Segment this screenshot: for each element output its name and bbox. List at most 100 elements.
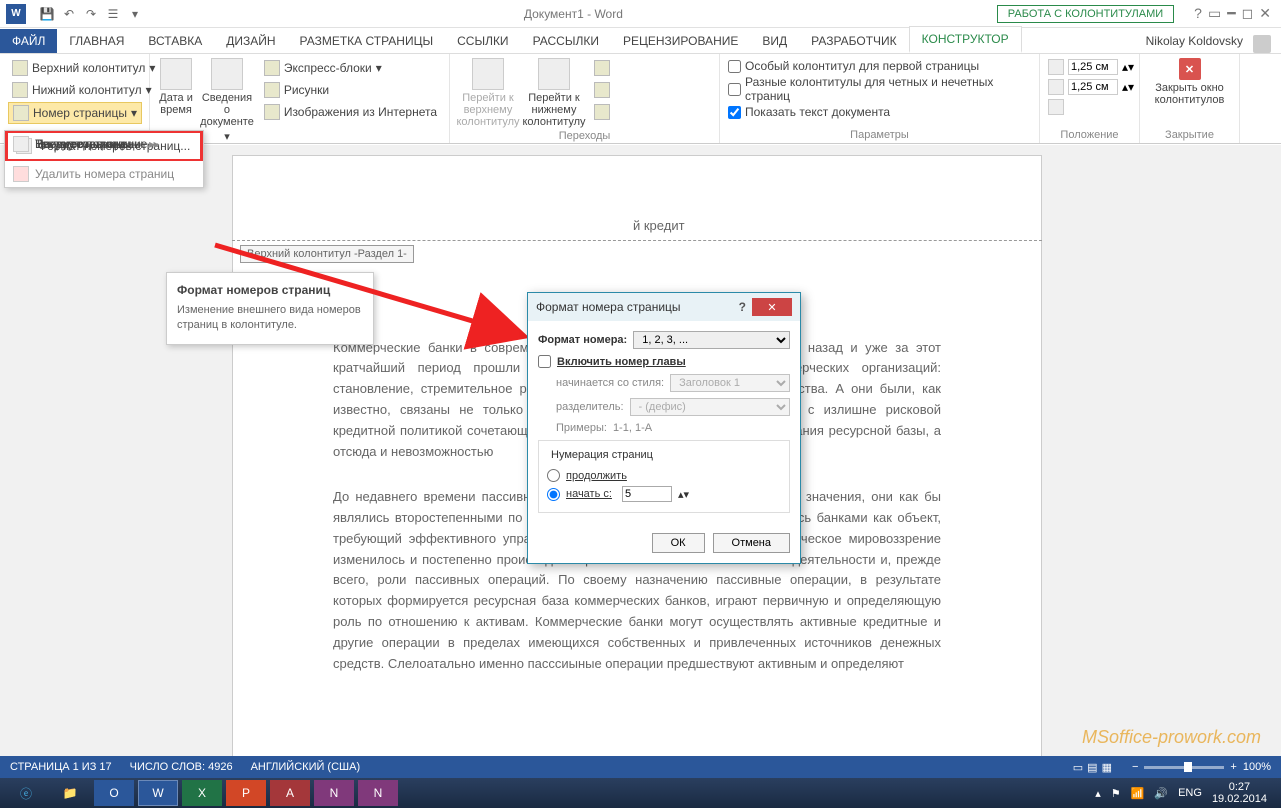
tab-references[interactable]: ССЫЛКИ <box>445 29 520 53</box>
explorer-taskbar-icon[interactable]: 📁 <box>50 780 90 806</box>
goto-footer-icon <box>538 58 570 90</box>
onenote-taskbar-icon[interactable]: N <box>314 780 354 806</box>
page-number-button[interactable]: Номер страницы ▾ <box>8 102 142 124</box>
ribbon-collapse-icon[interactable]: ▭ <box>1208 5 1221 22</box>
zoom-value[interactable]: 100% <box>1243 761 1271 773</box>
ie-taskbar-icon[interactable]: ⓔ <box>6 780 46 806</box>
access-taskbar-icon[interactable]: A <box>270 780 310 806</box>
volume-icon[interactable]: 🔊 <box>1154 787 1168 800</box>
footer-button[interactable]: Нижний колонтитул ▾ <box>8 80 156 100</box>
header-divider <box>232 240 1042 241</box>
header-pos-icon <box>1048 59 1064 75</box>
outlook-taskbar-icon[interactable]: O <box>94 780 134 806</box>
align-tab-icon[interactable] <box>1048 99 1064 115</box>
zoom-in-icon[interactable]: + <box>1230 761 1236 773</box>
delete-icon <box>13 166 29 182</box>
examples-label: Примеры: <box>556 422 607 434</box>
remove-page-numbers-item[interactable]: Удалить номера страниц <box>5 161 203 187</box>
user-name[interactable]: Nikolay Koldovsky <box>1136 29 1253 53</box>
excel-taskbar-icon[interactable]: X <box>182 780 222 806</box>
tab-insert[interactable]: ВСТАВКА <box>136 29 214 53</box>
tab-developer[interactable]: РАЗРАБОТЧИК <box>799 29 909 53</box>
system-tray[interactable]: ▴ ⚑ 📶 🔊 ENG 0:27 19.02.2014 <box>1095 781 1275 805</box>
footer-icon <box>12 82 28 98</box>
pictures-button[interactable]: Рисунки <box>260 80 441 100</box>
goto-footer-button[interactable]: Перейти к нижнему колонтитулу <box>524 58 584 128</box>
format-page-numbers-item[interactable]: Формат номеров страниц... <box>5 131 203 161</box>
user-avatar-icon[interactable] <box>1253 35 1271 53</box>
start-at-radio[interactable]: начать с:▴▾ <box>547 484 781 504</box>
cancel-button[interactable]: Отмена <box>713 533 790 553</box>
tooltip-title: Формат номеров страниц <box>177 283 363 297</box>
dialog-close-icon[interactable]: ✕ <box>752 298 792 316</box>
show-document-text[interactable]: Показать текст документа <box>728 104 890 120</box>
online-pictures-button[interactable]: Изображения из Интернета <box>260 102 441 122</box>
watermark-text: MSoffice-prowork.com <box>1082 727 1261 748</box>
word-taskbar-icon[interactable]: W <box>138 780 178 806</box>
titlebar: W 💾 ↶ ↷ ☰ ▾ Документ1 - Word РАБОТА С КО… <box>0 0 1281 28</box>
print-layout-icon[interactable]: ▤ <box>1087 762 1097 774</box>
powerpoint-taskbar-icon[interactable]: P <box>226 780 266 806</box>
tray-chevron-icon[interactable]: ▴ <box>1095 787 1101 800</box>
tab-mailings[interactable]: РАССЫЛКИ <box>521 29 611 53</box>
continue-radio[interactable]: продолжить <box>547 467 781 484</box>
footer-position-input[interactable] <box>1068 79 1118 95</box>
read-mode-icon[interactable]: ▭ <box>1073 762 1083 774</box>
tab-design[interactable]: ДИЗАЙН <box>214 29 287 53</box>
first-page-different[interactable]: Особый колонтитул для первой страницы <box>728 58 979 74</box>
header-text: й кредит <box>333 216 941 237</box>
word-app-icon: W <box>6 4 26 24</box>
maximize-icon[interactable]: ◻ <box>1242 5 1254 22</box>
date-time-button[interactable]: Дата и время <box>158 58 194 116</box>
input-language[interactable]: ENG <box>1178 787 1202 799</box>
tab-file[interactable]: ФАЙЛ <box>0 29 57 53</box>
quick-parts-button[interactable]: Экспресс-блоки ▾ <box>260 58 441 78</box>
touch-icon[interactable]: ☰ <box>104 5 122 23</box>
tab-review[interactable]: РЕЦЕНЗИРОВАНИЕ <box>611 29 750 53</box>
zoom-control[interactable]: − + 100% <box>1132 761 1271 773</box>
header-position-input[interactable] <box>1068 59 1118 75</box>
save-icon[interactable]: 💾 <box>38 5 56 23</box>
zoom-out-icon[interactable]: − <box>1132 761 1138 773</box>
word-count-status[interactable]: ЧИСЛО СЛОВ: 4926 <box>130 761 233 773</box>
ok-button[interactable]: ОК <box>652 533 705 553</box>
network-icon[interactable]: 📶 <box>1131 787 1145 800</box>
tab-design-context[interactable]: КОНСТРУКТОР <box>909 26 1022 53</box>
close-header-footer-button[interactable]: ✕Закрыть окно колонтитулов <box>1160 58 1220 106</box>
separator-label: разделитель: <box>556 401 624 413</box>
contextual-tools-label: РАБОТА С КОЛОНТИТУЛАМИ <box>997 5 1174 23</box>
tab-layout[interactable]: РАЗМЕТКА СТРАНИЦЫ <box>288 29 446 53</box>
number-format-select[interactable]: 1, 2, 3, ... <box>633 331 790 349</box>
zoom-slider[interactable] <box>1144 766 1224 769</box>
help-icon[interactable]: ? <box>1194 5 1202 22</box>
view-buttons[interactable]: ▭ ▤ ▦ <box>1071 761 1114 774</box>
tab-view[interactable]: ВИД <box>750 29 799 53</box>
prev-icon <box>594 60 610 76</box>
doc-info-button[interactable]: Сведения о документе▾ <box>200 58 254 143</box>
tab-home[interactable]: ГЛАВНАЯ <box>57 29 136 53</box>
web-layout-icon[interactable]: ▦ <box>1102 762 1112 774</box>
clock-time[interactable]: 0:27 <box>1212 781 1267 793</box>
undo-icon[interactable]: ↶ <box>60 5 78 23</box>
header-button[interactable]: Верхний колонтитул ▾ <box>8 58 159 78</box>
onenote2-taskbar-icon[interactable]: N <box>358 780 398 806</box>
numbering-legend: Нумерация страниц <box>547 449 657 461</box>
start-at-input[interactable] <box>622 486 672 502</box>
qat-dropdown-icon[interactable]: ▾ <box>126 5 144 23</box>
clock-date[interactable]: 19.02.2014 <box>1212 793 1267 805</box>
dialog-help-icon[interactable]: ? <box>739 300 746 314</box>
group-position-label: Положение <box>1048 127 1131 141</box>
number-format-label: Формат номера: <box>538 334 627 346</box>
redo-icon[interactable]: ↷ <box>82 5 100 23</box>
page-status[interactable]: СТРАНИЦА 1 ИЗ 17 <box>10 761 112 773</box>
action-center-icon[interactable]: ⚑ <box>1111 787 1121 800</box>
dialog-title: Формат номера страницы <box>536 300 739 314</box>
link-icon <box>594 104 610 120</box>
language-status[interactable]: АНГЛИЙСКИЙ (США) <box>251 761 361 773</box>
minimize-icon[interactable]: ━ <box>1227 5 1235 22</box>
docinfo-icon <box>211 58 243 90</box>
odd-even-different[interactable]: Разные колонтитулы для четных и нечетных… <box>728 74 1031 104</box>
close-window-icon[interactable]: ✕ <box>1259 5 1271 22</box>
header-section-tab: Верхний колонтитул -Раздел 1- <box>240 245 414 263</box>
include-chapter-checkbox[interactable]: Включить номер главы <box>538 355 790 368</box>
